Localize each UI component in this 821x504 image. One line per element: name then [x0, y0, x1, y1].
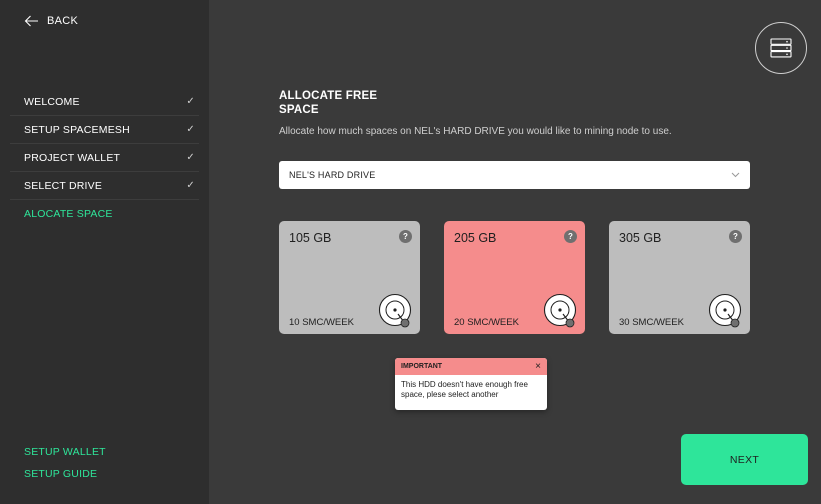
option-rate: 20 SMC/WEEK: [454, 317, 519, 328]
nav-step-label: PROJECT WALLET: [24, 151, 121, 164]
arrow-left-icon: [24, 15, 38, 27]
setup-steps-nav: WELCOME ✓ SETUP SPACEMESH ✓ PROJECT WALL…: [10, 88, 199, 228]
nav-step-project-wallet[interactable]: PROJECT WALLET ✓: [10, 144, 199, 172]
option-size: 305 GB: [619, 231, 662, 245]
space-option-card[interactable]: 305 GB ? 30 SMC/WEEK: [609, 221, 750, 334]
server-stack-icon: [770, 38, 792, 58]
close-icon[interactable]: ×: [535, 361, 541, 372]
check-icon: ✓: [186, 96, 195, 107]
setup-guide-link[interactable]: SETUP GUIDE: [24, 468, 106, 490]
back-label: BACK: [47, 15, 79, 27]
hard-drive-disk-icon: [708, 293, 742, 328]
nav-step-select-drive[interactable]: SELECT DRIVE ✓: [10, 172, 199, 200]
help-icon[interactable]: ?: [564, 230, 577, 243]
next-button[interactable]: NEXT: [681, 434, 808, 485]
tooltip-message: This HDD doesn't have enough free space,…: [401, 380, 528, 399]
option-size: 105 GB: [289, 231, 332, 245]
help-icon[interactable]: ?: [399, 230, 412, 243]
tooltip-header: IMPORTANT ×: [395, 358, 547, 375]
back-button[interactable]: BACK: [24, 15, 78, 27]
drive-select[interactable]: NEL'S HARD DRIVE: [279, 161, 750, 189]
nav-step-label: SELECT DRIVE: [24, 179, 103, 192]
chevron-down-icon: [731, 172, 740, 178]
page-subtitle: Allocate how much spaces on NEL's HARD D…: [279, 126, 672, 137]
space-option-card-selected[interactable]: 205 GB ? 20 SMC/WEEK: [444, 221, 585, 334]
tooltip-title: IMPORTANT: [401, 363, 443, 370]
help-icon[interactable]: ?: [729, 230, 742, 243]
main-panel: ALLOCATE FREE SPACE Allocate how much sp…: [209, 0, 821, 504]
option-size: 205 GB: [454, 231, 497, 245]
nav-step-label: WELCOME: [24, 95, 80, 108]
nav-step-allocate-space[interactable]: ALOCATE SPACE: [10, 200, 199, 228]
nav-step-label: ALOCATE SPACE: [24, 208, 113, 220]
important-tooltip: IMPORTANT × This HDD doesn't have enough…: [395, 358, 547, 410]
nav-step-label: SETUP SPACEMESH: [24, 123, 130, 136]
check-icon: ✓: [186, 124, 195, 135]
sidebar-bottom-links: SETUP WALLET SETUP GUIDE: [24, 446, 106, 490]
option-rate: 10 SMC/WEEK: [289, 317, 354, 328]
hard-drive-disk-icon: [543, 293, 577, 328]
check-icon: ✓: [186, 180, 195, 191]
space-option-card[interactable]: 105 GB ? 10 SMC/WEEK: [279, 221, 420, 334]
nav-step-setup-spacemesh[interactable]: SETUP SPACEMESH ✓: [10, 116, 199, 144]
page-title: ALLOCATE FREE SPACE: [279, 90, 378, 116]
hard-drive-disk-icon: [378, 293, 412, 328]
option-rate: 30 SMC/WEEK: [619, 317, 684, 328]
server-button[interactable]: [755, 22, 807, 74]
sidebar: BACK WELCOME ✓ SETUP SPACEMESH ✓ PROJECT…: [0, 0, 209, 504]
nav-step-welcome[interactable]: WELCOME ✓: [10, 88, 199, 116]
check-icon: ✓: [186, 152, 195, 163]
setup-wallet-link[interactable]: SETUP WALLET: [24, 446, 106, 468]
drive-select-value: NEL'S HARD DRIVE: [289, 170, 376, 180]
